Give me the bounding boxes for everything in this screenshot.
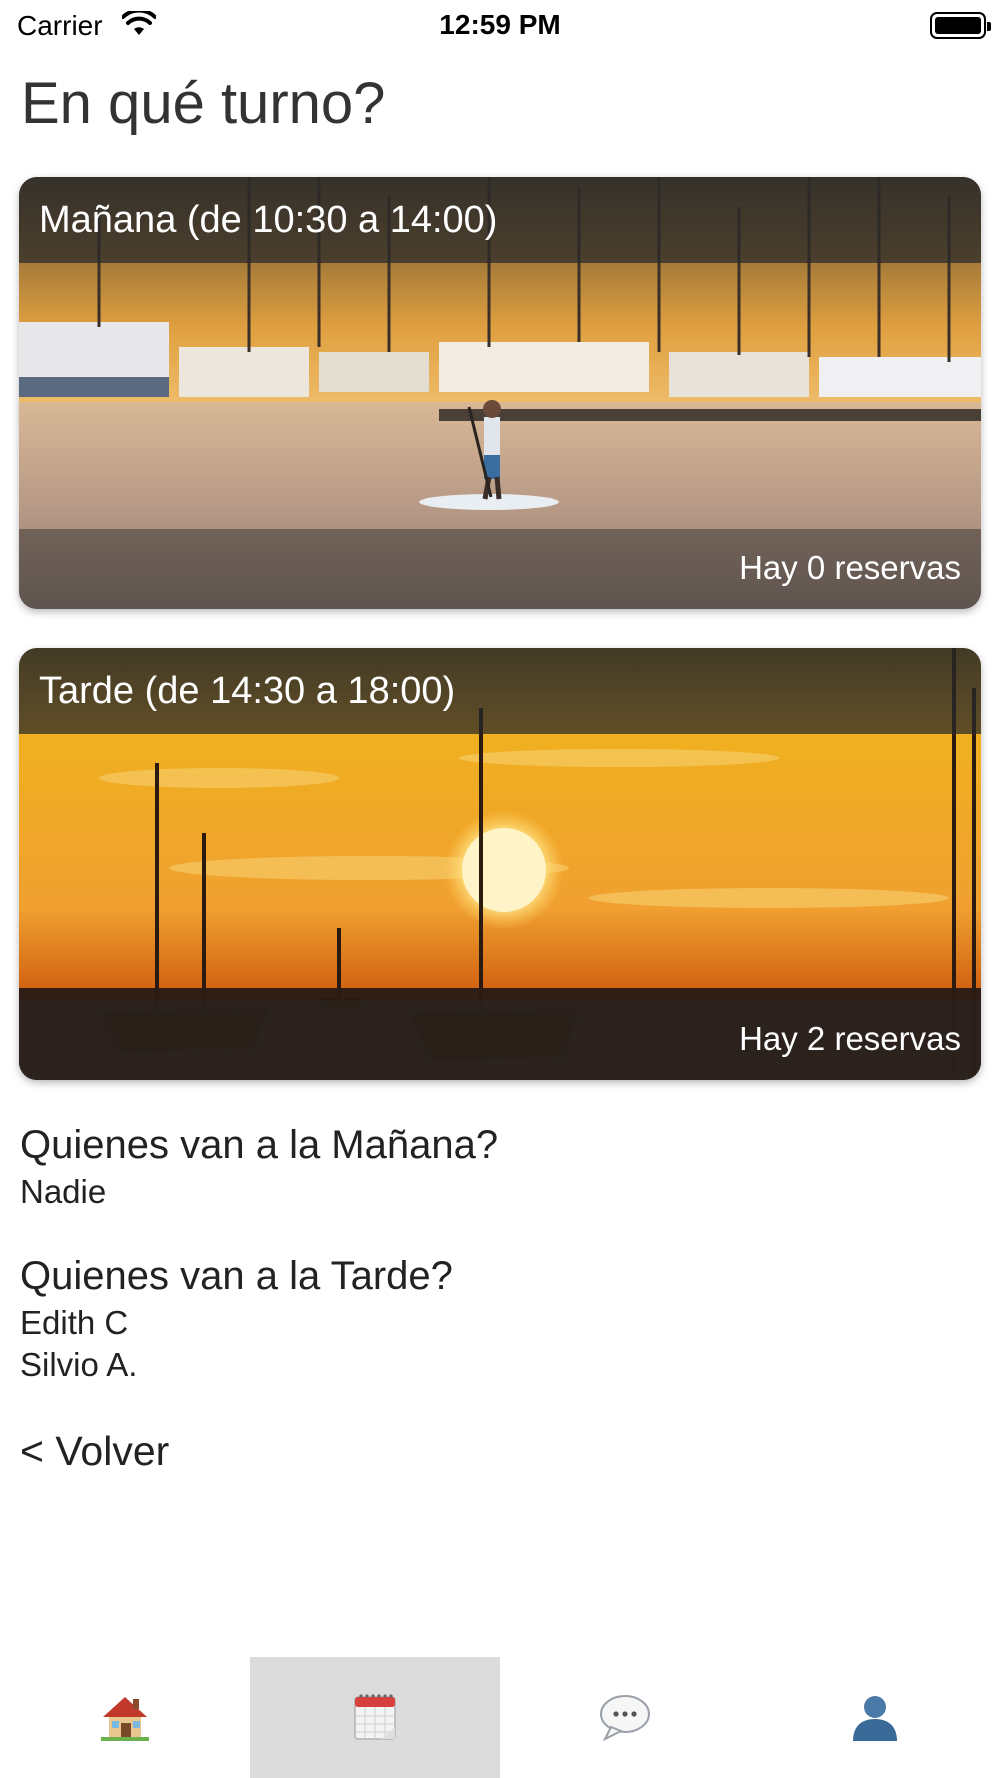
morning-shift-card[interactable]: Mañana (de 10:30 a 14:00) Hay 0 reservas xyxy=(19,177,981,609)
speech-bubble-icon xyxy=(600,1695,650,1742)
tab-profile[interactable] xyxy=(750,1657,1000,1778)
calendar-icon xyxy=(354,1694,396,1740)
card-footer: Hay 0 reservas xyxy=(19,529,981,609)
afternoon-attendee: Edith C xyxy=(20,1304,129,1341)
afternoon-attendees-heading: Quienes van a la Tarde? xyxy=(20,1254,453,1298)
page-title: En qué turno? xyxy=(21,71,386,136)
card-header: Mañana (de 10:30 a 14:00) xyxy=(19,177,981,263)
morning-shift-title: Mañana (de 10:30 a 14:00) xyxy=(39,199,498,241)
afternoon-shift-card[interactable]: Tarde (de 14:30 a 18:00) Hay 2 reservas xyxy=(19,648,981,1080)
tab-messages[interactable] xyxy=(500,1657,750,1778)
house-icon xyxy=(101,1697,149,1741)
back-button[interactable]: < Volver xyxy=(20,1428,169,1475)
status-time: 12:59 PM xyxy=(439,9,561,40)
afternoon-reservation-count: Hay 2 reservas xyxy=(739,1020,961,1057)
afternoon-attendee: Silvio A. xyxy=(20,1346,138,1383)
tab-home[interactable] xyxy=(0,1657,250,1778)
card-header: Tarde (de 14:30 a 18:00) xyxy=(19,648,981,734)
tab-bar xyxy=(0,1657,1000,1778)
battery-icon xyxy=(930,12,991,39)
morning-attendee: Nadie xyxy=(20,1173,107,1210)
afternoon-shift-title: Tarde (de 14:30 a 18:00) xyxy=(39,670,456,712)
card-footer: Hay 2 reservas xyxy=(19,1000,981,1080)
user-silhouette-icon xyxy=(853,1696,897,1741)
morning-reservation-count: Hay 0 reservas xyxy=(739,549,961,586)
morning-attendees-heading: Quienes van a la Mañana? xyxy=(20,1123,499,1167)
tab-calendar[interactable] xyxy=(250,1657,500,1778)
status-bar: Carrier 12:59 PM xyxy=(0,0,1000,50)
